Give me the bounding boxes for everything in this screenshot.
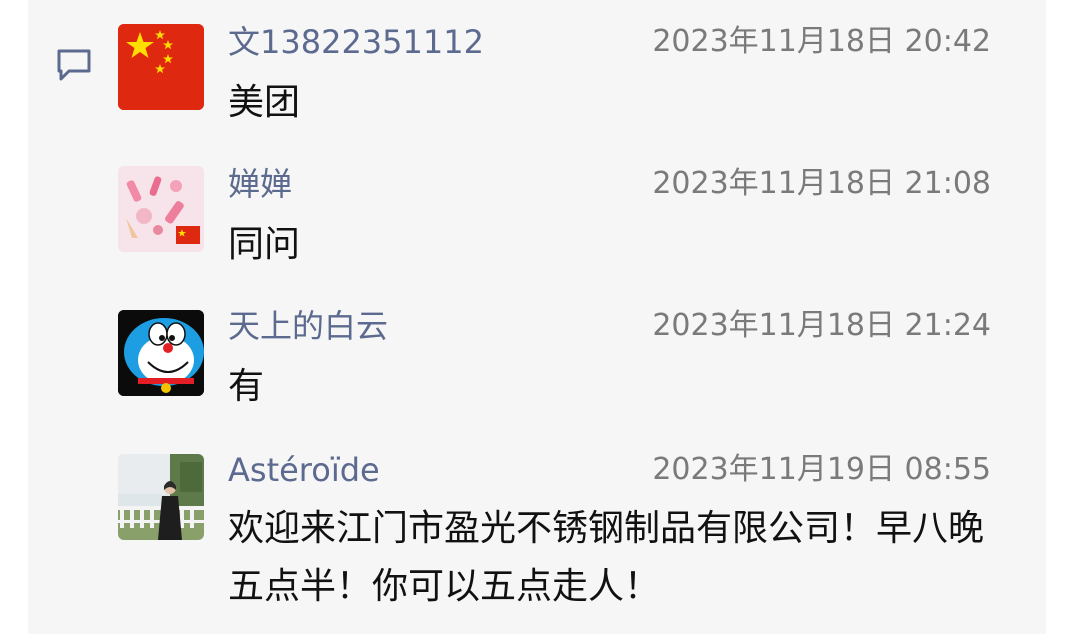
comment-author[interactable]: 文13822351112 bbox=[228, 22, 484, 62]
avatar[interactable] bbox=[118, 454, 204, 540]
comment-text: 有 bbox=[228, 366, 265, 407]
comment-timestamp: 2023年11月18日 20:42 bbox=[652, 24, 991, 59]
pink-cosmetics-avatar-icon bbox=[118, 166, 204, 252]
comment-timestamp: 2023年11月19日 08:55 bbox=[652, 452, 991, 487]
comment-author[interactable]: Astéroïde bbox=[228, 450, 380, 490]
avatar[interactable] bbox=[118, 166, 204, 252]
avatar[interactable] bbox=[118, 310, 204, 396]
comment-timestamp: 2023年11月18日 21:08 bbox=[652, 166, 991, 201]
comment-text: 同问 bbox=[228, 224, 301, 265]
china-flag-avatar-icon bbox=[118, 24, 204, 110]
comment-author[interactable]: 天上的白云 bbox=[228, 306, 388, 346]
comment-timestamp: 2023年11月18日 21:24 bbox=[652, 308, 991, 343]
comment-text: 美团 bbox=[228, 82, 301, 123]
comment-icon bbox=[57, 49, 91, 81]
doraemon-avatar-icon bbox=[118, 310, 204, 396]
avatar[interactable] bbox=[118, 24, 204, 110]
comment-author[interactable]: 婵婵 bbox=[228, 164, 292, 204]
comment-text: 欢迎来江门市盈光不锈钢制品有限公司！早八晚五点半！你可以五点走人！ bbox=[228, 508, 985, 607]
photo-avatar-icon bbox=[118, 454, 204, 540]
